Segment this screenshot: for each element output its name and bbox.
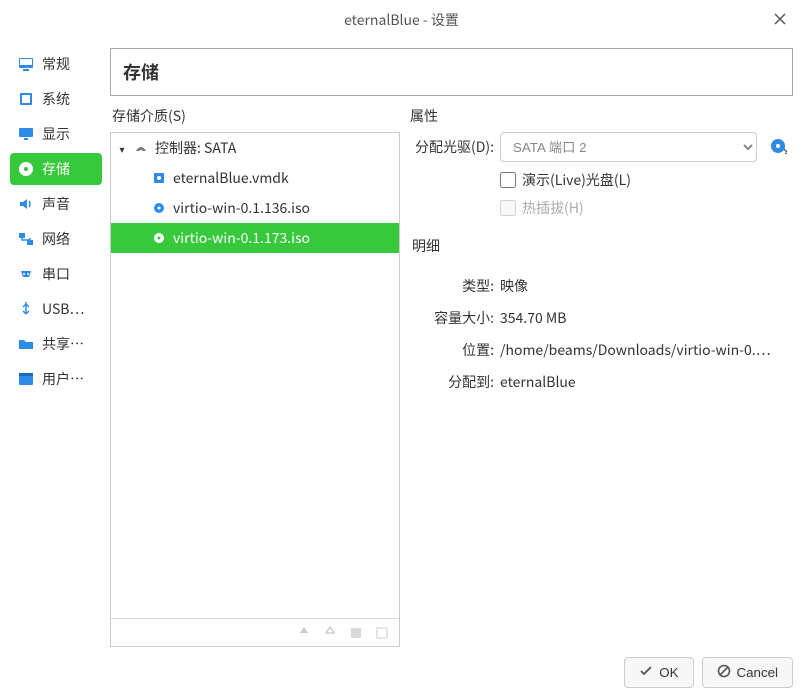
sidebar-item-label: 串口	[42, 264, 70, 284]
sidebar-item-user[interactable]: 用户…	[10, 363, 102, 395]
remove-controller-icon[interactable]	[347, 624, 365, 642]
live-cd-checkbox-row[interactable]: 演示(Live)光盘(L)	[500, 170, 791, 190]
detail-row-location: 位置: /home/beams/Downloads/virtio-win-0.…	[410, 338, 791, 362]
close-icon[interactable]	[771, 10, 789, 28]
sidebar-item-system[interactable]: 系统	[10, 83, 102, 115]
detail-value: 354.70 MB	[500, 308, 791, 328]
detail-row-type: 类型: 映像	[410, 274, 791, 298]
monitor-icon	[16, 54, 36, 74]
chip-icon	[16, 89, 36, 109]
detail-row-size: 容量大小: 354.70 MB	[410, 306, 791, 330]
live-cd-checkbox[interactable]	[500, 172, 516, 188]
ok-button[interactable]: OK	[624, 657, 693, 688]
cancel-icon	[717, 664, 731, 681]
usb-icon	[16, 299, 36, 319]
tree-label: virtio-win-0.1.173.iso	[173, 228, 310, 248]
optical-drive-label: 分配光驱(D):	[410, 137, 494, 157]
chevron-down-icon: ▾	[117, 141, 127, 156]
details-section-title: 明细	[410, 232, 791, 262]
plug-icon	[16, 264, 36, 284]
detail-value: eternalBlue	[500, 372, 791, 392]
sidebar-item-label: 存储	[42, 159, 70, 179]
attributes-pane: 分配光驱(D): SATA 端口 2 演示(Live)光盘(L)	[408, 132, 793, 394]
sidebar-item-audio[interactable]: 声音	[10, 188, 102, 220]
storage-column: 存储介质(S) ▾ 控制器: SATA eternalBlue.vmdk	[110, 102, 400, 647]
tree-device-vmdk[interactable]: eternalBlue.vmdk	[111, 163, 399, 193]
storage-section-title: 存储介质(S)	[110, 102, 400, 132]
hotplug-checkbox	[500, 200, 516, 216]
add-controller-icon[interactable]	[295, 624, 313, 642]
tree-label: eternalBlue.vmdk	[173, 168, 289, 188]
tree-device-disc-2[interactable]: virtio-win-0.1.173.iso	[111, 223, 399, 253]
sidebar-item-label: 声音	[42, 194, 70, 214]
optical-drive-select[interactable]: SATA 端口 2	[500, 132, 757, 162]
sidebar-item-display[interactable]: 显示	[10, 118, 102, 150]
sidebar-item-label: USB…	[42, 299, 84, 319]
disk-icon	[16, 159, 36, 179]
disc-icon	[151, 200, 167, 216]
cancel-label: Cancel	[737, 665, 779, 680]
content-pane: 存储 存储介质(S) ▾ 控制器: SATA	[110, 48, 793, 647]
disc-icon	[151, 230, 167, 246]
sidebar-item-storage[interactable]: 存储	[10, 153, 102, 185]
choose-disk-button[interactable]	[767, 135, 791, 159]
ok-label: OK	[659, 665, 678, 680]
cancel-button[interactable]: Cancel	[702, 657, 794, 688]
optical-drive-field: 分配光驱(D): SATA 端口 2	[410, 132, 791, 162]
display-icon	[16, 124, 36, 144]
sidebar-item-label: 常规	[42, 54, 70, 74]
storage-tree-body: ▾ 控制器: SATA eternalBlue.vmdk	[111, 133, 399, 618]
sidebar-item-label: 共享…	[42, 334, 84, 354]
detail-row-attached: 分配到: eternalBlue	[410, 370, 791, 394]
attributes-section-title: 属性	[408, 102, 793, 132]
sidebar-item-general[interactable]: 常规	[10, 48, 102, 80]
add-attachment-icon[interactable]	[321, 624, 339, 642]
speaker-icon	[16, 194, 36, 214]
sidebar-item-label: 用户…	[42, 369, 84, 389]
window-icon	[16, 369, 36, 389]
folder-icon	[16, 334, 36, 354]
hotplug-label: 热插拔(H)	[522, 198, 584, 218]
details-column: 属性 分配光驱(D): SATA 端口 2	[408, 102, 793, 647]
sidebar-item-shared[interactable]: 共享…	[10, 328, 102, 360]
page-title: 存储	[123, 59, 780, 85]
live-cd-label: 演示(Live)光盘(L)	[522, 170, 631, 190]
tree-controller-sata[interactable]: ▾ 控制器: SATA	[111, 133, 399, 163]
detail-label: 分配到:	[410, 372, 494, 392]
sidebar-item-label: 网络	[42, 229, 70, 249]
detail-label: 类型:	[410, 276, 494, 296]
detail-value: /home/beams/Downloads/virtio-win-0.…	[500, 340, 791, 360]
controller-icon	[133, 140, 149, 156]
page-header: 存储	[110, 48, 793, 96]
storage-tree-toolbar	[111, 618, 399, 646]
sidebar: 常规 系统 显示 存储 声音 网络 串口 USB…	[10, 48, 102, 647]
remove-attachment-icon[interactable]	[373, 624, 391, 642]
detail-value: 映像	[500, 276, 791, 296]
dialog-footer: OK Cancel	[0, 647, 803, 698]
detail-label: 位置:	[410, 340, 494, 360]
sidebar-item-usb[interactable]: USB…	[10, 293, 102, 325]
storage-tree: ▾ 控制器: SATA eternalBlue.vmdk	[110, 132, 400, 647]
tree-label: 控制器: SATA	[155, 138, 236, 158]
sidebar-item-label: 显示	[42, 124, 70, 144]
hotplug-checkbox-row: 热插拔(H)	[500, 198, 791, 218]
hdd-icon	[151, 170, 167, 186]
main-area: 常规 系统 显示 存储 声音 网络 串口 USB…	[0, 40, 803, 647]
tree-device-disc-1[interactable]: virtio-win-0.1.136.iso	[111, 193, 399, 223]
titlebar: eternalBlue - 设置	[0, 0, 803, 40]
tree-label: virtio-win-0.1.136.iso	[173, 198, 310, 218]
check-icon	[639, 664, 653, 681]
sidebar-item-serial[interactable]: 串口	[10, 258, 102, 290]
sidebar-item-network[interactable]: 网络	[10, 223, 102, 255]
network-icon	[16, 229, 36, 249]
sidebar-item-label: 系统	[42, 89, 70, 109]
detail-label: 容量大小:	[410, 308, 494, 328]
content-columns: 存储介质(S) ▾ 控制器: SATA eternalBlue.vmdk	[110, 102, 793, 647]
window-title: eternalBlue - 设置	[344, 10, 459, 30]
